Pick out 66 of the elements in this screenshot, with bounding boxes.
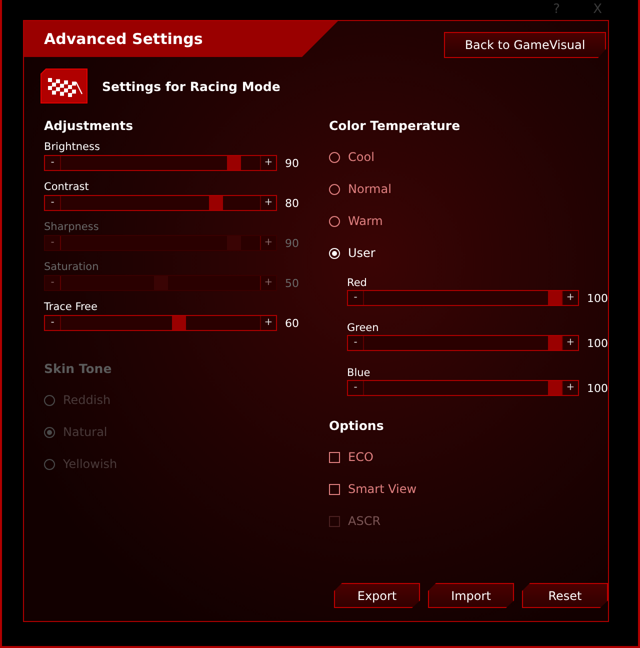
slider-thumb[interactable]	[548, 381, 562, 395]
slider-label: Red	[347, 277, 367, 289]
increase-button[interactable]: +	[563, 381, 578, 395]
radio-label: Warm	[348, 214, 383, 228]
action-button[interactable]: Export	[334, 583, 420, 608]
radio-button[interactable]	[329, 152, 340, 162]
checkbox-label: Smart View	[348, 482, 417, 496]
increase-button[interactable]: +	[261, 316, 276, 330]
radio-label: Cool	[348, 150, 374, 164]
radio-label: Reddish	[63, 393, 111, 407]
back-button[interactable]: Back to GameVisual	[444, 32, 606, 58]
decrease-button[interactable]: -	[348, 291, 363, 305]
slider[interactable]: - +	[44, 155, 277, 171]
radio-button[interactable]	[329, 216, 340, 226]
checkbox[interactable]	[329, 452, 340, 462]
mode-title: Settings for Racing Mode	[102, 78, 280, 94]
slider[interactable]: - +	[347, 380, 579, 396]
slider-value: 60	[285, 316, 299, 330]
decrease-button[interactable]: -	[348, 336, 363, 350]
slider[interactable]: - +	[347, 335, 579, 351]
slider-value: 100	[587, 336, 608, 350]
slider[interactable]: - +	[347, 290, 579, 306]
slider-thumb[interactable]	[172, 316, 186, 330]
slider-value: 90	[285, 236, 299, 250]
slider-value: 50	[285, 276, 299, 290]
slider-label: Green	[347, 322, 379, 334]
radio-label: User	[348, 246, 376, 260]
slider[interactable]: - +	[44, 315, 277, 331]
action-button[interactable]: Import	[428, 583, 514, 608]
action-button[interactable]: Reset	[522, 583, 608, 608]
section-title: Skin Tone	[44, 361, 113, 376]
checkbox[interactable]	[329, 484, 340, 494]
checkered-flag-icon	[40, 68, 88, 104]
slider-thumb[interactable]	[227, 156, 242, 170]
slider-label: Contrast	[44, 181, 90, 193]
slider-value: 100	[587, 382, 608, 394]
decrease-button[interactable]: -	[45, 156, 60, 170]
increase-button[interactable]: +	[261, 196, 276, 210]
slider-value: 90	[285, 156, 299, 170]
increase-button[interactable]: +	[261, 156, 276, 170]
slider-label: Trace Free	[44, 301, 98, 313]
increase-button[interactable]: +	[563, 291, 578, 305]
slider-thumb[interactable]	[548, 336, 562, 350]
slider-label: Brightness	[44, 141, 101, 153]
radio-button[interactable]	[329, 184, 340, 194]
section-title: Color Temperature	[329, 118, 462, 133]
decrease-button[interactable]: -	[45, 316, 60, 330]
slider[interactable]: - +	[44, 195, 277, 211]
slider-label: Blue	[347, 367, 370, 379]
radio-label: Normal	[348, 182, 392, 196]
slider-label: Saturation	[44, 261, 100, 273]
slider-label: Sharpness	[44, 221, 100, 233]
radio-label: Natural	[63, 425, 108, 439]
checkbox-label: ECO	[348, 450, 374, 464]
slider-value: 100	[587, 292, 608, 304]
dialog-title: Advanced Settings	[44, 30, 203, 48]
checkbox-label: ASCR	[348, 514, 381, 528]
radio-label: Yellowish	[63, 457, 118, 471]
increase-button[interactable]: +	[563, 336, 578, 350]
slider-value: 80	[285, 196, 299, 210]
section-title: Adjustments	[44, 118, 134, 133]
section-title: Options	[329, 418, 385, 433]
slider-thumb[interactable]	[548, 291, 562, 305]
slider-thumb[interactable]	[209, 196, 223, 210]
decrease-button[interactable]: -	[45, 196, 60, 210]
decrease-button[interactable]: -	[348, 381, 363, 395]
